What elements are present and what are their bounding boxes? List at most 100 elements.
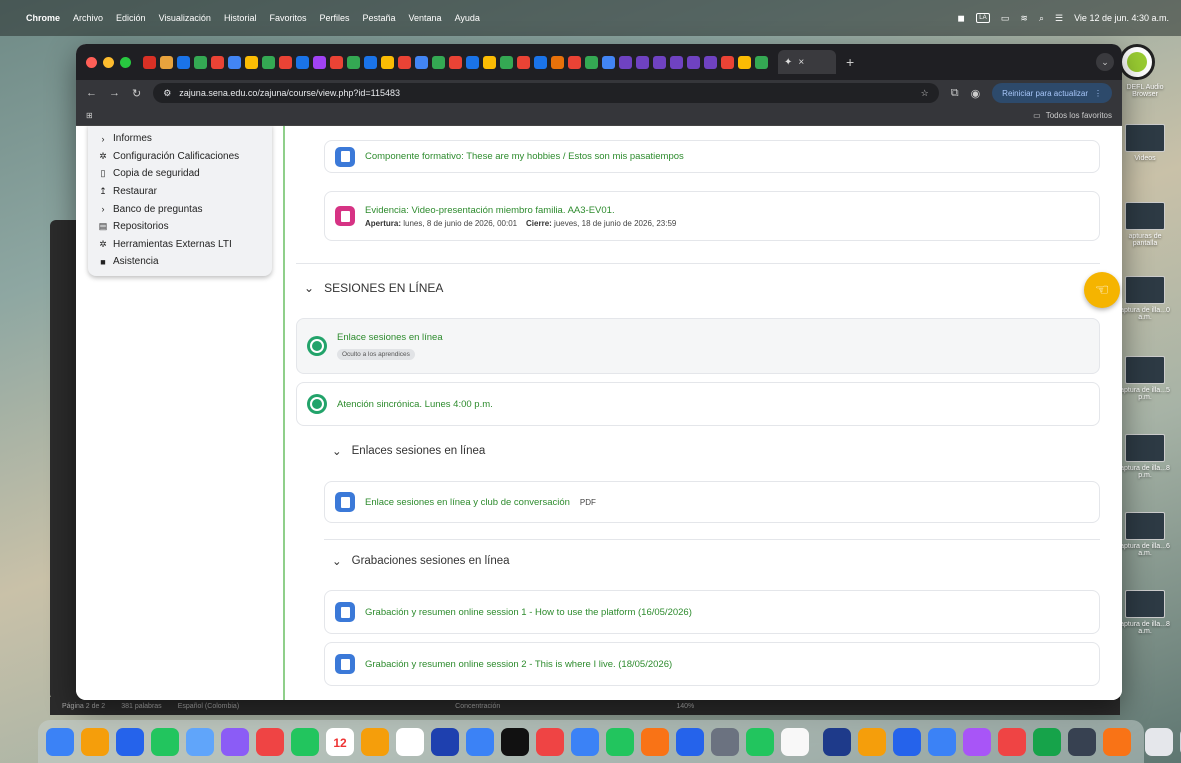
reload-icon[interactable]: ↻ — [132, 87, 141, 100]
address-bar[interactable]: ⚙ zajuna.sena.edu.co/zajuna/course/view.… — [153, 83, 939, 103]
pinned-tab-favicon-icon[interactable] — [653, 55, 666, 69]
pinned-tab-favicon-icon[interactable] — [636, 55, 649, 69]
pinned-tab-favicon-icon[interactable] — [466, 55, 479, 69]
menu-perfiles[interactable]: Perfiles — [319, 13, 349, 23]
dock-app-icon[interactable] — [221, 727, 249, 756]
dock-app-icon[interactable] — [536, 727, 564, 756]
dock-app-icon[interactable] — [46, 727, 74, 756]
pinned-tab-favicon-icon[interactable] — [313, 55, 326, 69]
defl-audio-browser-icon[interactable] — [1119, 44, 1155, 80]
dock-app-icon[interactable] — [893, 727, 921, 756]
dock-app-icon[interactable] — [151, 727, 179, 756]
pinned-tab-favicon-icon[interactable] — [534, 55, 547, 69]
desktop-folder-videos[interactable]: Videos — [1117, 124, 1173, 162]
pinned-tab-favicon-icon[interactable] — [330, 55, 343, 69]
pinned-tab-favicon-icon[interactable] — [228, 55, 241, 69]
pinned-tab-favicon-icon[interactable] — [687, 55, 700, 69]
menu-app-name[interactable]: Chrome — [26, 13, 60, 23]
pinned-tab-favicon-icon[interactable] — [262, 55, 275, 69]
pinned-tab-favicon-icon[interactable] — [415, 55, 428, 69]
desktop-screenshot-2[interactable]: aptura de illa...5 p.m. — [1117, 356, 1173, 401]
pinned-tab-favicon-icon[interactable] — [398, 55, 411, 69]
pinned-tab-favicon-icon[interactable] — [432, 55, 445, 69]
all-bookmarks[interactable]: ▭ Todos los favoritos — [1033, 111, 1112, 120]
tab-active[interactable]: ✦ × — [778, 50, 836, 74]
chevron-down-icon[interactable]: ⌄ — [332, 444, 342, 458]
drawer-item[interactable]: › Informes — [98, 130, 262, 148]
dock-app-icon[interactable] — [641, 727, 669, 756]
dock-app-icon[interactable] — [396, 727, 424, 756]
bookmark-star-icon[interactable]: ☆ — [921, 88, 929, 99]
activity-grabacion-1[interactable]: Grabación y resumen online session 1 - H… — [324, 590, 1100, 634]
word-focus-mode[interactable]: Concentración — [455, 703, 500, 710]
menu-pestana[interactable]: Pestaña — [362, 13, 395, 23]
calendar-app-icon[interactable]: 12 — [326, 727, 354, 756]
activity-enlace-club[interactable]: Enlace sesiones en línea y club de conve… — [324, 481, 1100, 523]
subsection-enlaces[interactable]: ⌄ Enlaces sesiones en línea — [332, 444, 485, 458]
activity-atencion-sincronica[interactable]: Atención sincrónica. Lunes 4:00 p.m. — [296, 382, 1100, 426]
pinned-tab-favicon-icon[interactable] — [551, 55, 564, 69]
menu-edicion[interactable]: Edición — [116, 13, 146, 23]
pinned-tab-favicon-icon[interactable] — [721, 55, 734, 69]
menu-ayuda[interactable]: Ayuda — [455, 13, 480, 23]
tab-close-icon[interactable]: × — [798, 57, 804, 68]
dock-app-icon[interactable] — [431, 727, 459, 756]
tab-search-button[interactable]: ⌄ — [1096, 53, 1114, 71]
activity-grabacion-2[interactable]: Grabación y resumen online session 2 - T… — [324, 642, 1100, 686]
dock-app-icon[interactable] — [571, 727, 599, 756]
drawer-item[interactable]: ▯ Copia de seguridad — [98, 165, 262, 183]
pinned-tab-favicon-icon[interactable] — [347, 55, 360, 69]
activity-enlace-sesiones[interactable]: Enlace sesiones en línea Oculto a los ap… — [296, 318, 1100, 374]
drawer-item[interactable]: ✲ Configuración Calificaciones — [98, 148, 262, 166]
desktop-screenshot-3[interactable]: aptura de illa...8 p.m. — [1117, 434, 1173, 479]
new-tab-button[interactable]: + — [846, 54, 854, 70]
profile-icon[interactable]: ◉ — [971, 87, 981, 100]
activity-link[interactable]: Componente formativo: These are my hobbi… — [365, 151, 684, 162]
pinned-tab-favicon-icon[interactable] — [517, 55, 530, 69]
site-info-icon[interactable]: ⚙ — [163, 88, 171, 99]
menu-favoritos[interactable]: Favoritos — [269, 13, 306, 23]
pinned-tab-favicon-icon[interactable] — [296, 55, 309, 69]
menu-ventana[interactable]: Ventana — [409, 13, 442, 23]
dock-app-icon[interactable] — [928, 727, 956, 756]
pinned-tab-favicon-icon[interactable] — [619, 55, 632, 69]
dock-app-icon[interactable] — [998, 727, 1026, 756]
pinned-tab-favicon-icon[interactable] — [245, 55, 258, 69]
drawer-item[interactable]: ✲ Herramientas Externas LTI — [98, 236, 262, 254]
drawer-item[interactable]: ■ Asistencia — [98, 253, 262, 271]
extensions-icon[interactable]: ⧉ — [951, 87, 959, 100]
pinned-tab-favicon-icon[interactable] — [449, 55, 462, 69]
close-window-button[interactable] — [86, 56, 97, 68]
word-zoom[interactable]: 140% — [676, 703, 694, 710]
drawer-item[interactable]: › Banco de preguntas — [98, 200, 262, 218]
forward-icon[interactable]: → — [109, 87, 120, 99]
more-menu-icon[interactable]: ⋮ — [1094, 89, 1102, 98]
desktop-screenshot-5[interactable]: aptura de illa...8 a.m. — [1117, 590, 1173, 635]
pinned-tab-favicon-icon[interactable] — [670, 55, 683, 69]
desktop-screenshot-4[interactable]: aptura de illa...6 a.m. — [1117, 512, 1173, 557]
dock-app-icon[interactable] — [711, 727, 739, 756]
control-center-icon[interactable]: ☰ — [1055, 13, 1063, 24]
menu-historial[interactable]: Historial — [224, 13, 257, 23]
pinned-tab-favicon-icon[interactable] — [279, 55, 292, 69]
spotlight-search-icon[interactable]: ⌕ — [1039, 13, 1044, 24]
dock-app-icon[interactable] — [361, 727, 389, 756]
activity-link[interactable]: Enlace sesiones en línea — [337, 332, 443, 343]
handshake-help-button[interactable]: ☜ — [1084, 272, 1120, 308]
menu-clock[interactable]: Vie 12 de jun. 4:30 a.m. — [1074, 13, 1169, 23]
wifi-icon[interactable]: ≋ — [1020, 13, 1028, 24]
subsection-grabaciones[interactable]: ⌄ Grabaciones sesiones en línea — [332, 554, 510, 568]
dock-app-icon[interactable] — [823, 727, 851, 756]
desktop-screenshot-1[interactable]: aptura de illa...0 a.m. — [1117, 276, 1173, 321]
pinned-tab-favicon-icon[interactable] — [585, 55, 598, 69]
menu-visualizacion[interactable]: Visualización — [159, 13, 211, 23]
pinned-tab-favicon-icon[interactable] — [738, 55, 751, 69]
pinned-tab-favicon-icon[interactable] — [364, 55, 377, 69]
pinned-tab-favicon-icon[interactable] — [160, 55, 173, 69]
battery-icon[interactable]: ▭ — [1001, 13, 1010, 24]
dock-app-icon[interactable] — [466, 727, 494, 756]
drawer-item[interactable]: ▤ Repositorios — [98, 218, 262, 236]
drawer-item[interactable]: ↥ Restaurar — [98, 183, 262, 201]
pinned-tab-favicon-icon[interactable] — [704, 55, 717, 69]
activity-componente-formativo[interactable]: Componente formativo: These are my hobbi… — [324, 140, 1100, 173]
